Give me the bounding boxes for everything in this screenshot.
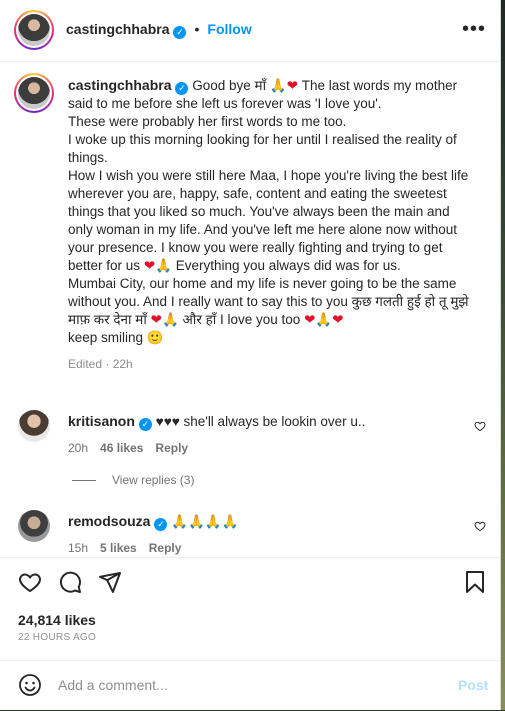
comment-text: ♥♥♥ she'll always be lookin over u.. — [155, 414, 366, 429]
comment-username[interactable]: remodsouza — [68, 513, 150, 529]
emoji-icon[interactable] — [18, 673, 42, 697]
comment-likes[interactable]: 5 likes — [100, 541, 137, 555]
add-comment-bar: Add a comment... Post — [0, 660, 500, 711]
post-caption: castingchhabra ✓ Good bye माँ 🙏❤ The last… — [68, 76, 473, 373]
comment-reply-button[interactable]: Reply — [149, 541, 182, 555]
author-username[interactable]: castingchhabra — [66, 21, 169, 37]
comment-time[interactable]: 15h — [68, 541, 88, 555]
heart-emoji-icon: ❤ — [304, 312, 316, 327]
comment-avatar[interactable] — [18, 410, 50, 442]
verified-badge-icon: ✓ — [173, 26, 187, 39]
verified-badge-icon: ✓ — [138, 418, 152, 431]
comment-like-heart-icon[interactable] — [474, 520, 486, 532]
author-avatar[interactable] — [14, 10, 54, 50]
comment-username[interactable]: kritisanon — [68, 413, 135, 429]
post-actions-divider — [0, 557, 500, 558]
verified-badge-icon: ✓ — [175, 82, 189, 95]
caption-line: keep smiling — [68, 330, 144, 345]
heart-emoji-icon: ❤ — [150, 312, 162, 327]
comment-item: remodsouza ✓ 🙏🙏🙏🙏 15h 5 likes Reply — [68, 512, 473, 557]
view-replies-button[interactable]: View replies (3) — [72, 473, 194, 487]
follow-button[interactable]: Follow — [207, 21, 251, 37]
comment-item: kritisanon ✓ ♥♥♥ she'll always be lookin … — [68, 412, 473, 457]
replies-divider-line — [72, 480, 96, 482]
caption-line: These were probably her first words to m… — [68, 114, 347, 129]
post-comment-button[interactable]: Post — [458, 677, 488, 693]
heart-icon[interactable] — [18, 570, 42, 594]
separator-dot: • — [194, 21, 200, 37]
heart-emoji-icon: ❤ — [143, 258, 156, 273]
comment-icon[interactable] — [58, 570, 82, 594]
comment-time[interactable]: 20h — [68, 441, 88, 455]
pray-emoji-icon: 🙏 — [155, 258, 172, 273]
more-options-icon[interactable]: ••• — [462, 18, 486, 41]
bookmark-icon[interactable] — [464, 570, 486, 594]
comment-likes[interactable]: 46 likes — [100, 441, 143, 455]
caption-text-intro: Good bye माँ — [192, 78, 267, 93]
caption-line: I woke up this morning looking for her u… — [68, 132, 457, 165]
comment-text: 🙏🙏🙏🙏 — [171, 514, 239, 529]
view-replies-label: View replies (3) — [112, 473, 195, 487]
heart-emoji-icon: ❤ — [332, 312, 344, 327]
pray-emoji-icon: 🙏 — [269, 78, 287, 93]
comment-avatar[interactable] — [18, 510, 50, 542]
verified-badge-icon: ✓ — [154, 518, 168, 531]
post-timestamp[interactable]: 22 HOURS AGO — [18, 632, 96, 643]
caption-author-username[interactable]: castingchhabra — [68, 77, 171, 93]
comment-reply-button[interactable]: Reply — [155, 441, 188, 455]
pray-emoji-icon: 🙏 — [161, 312, 179, 327]
header-author-row: castingchhabra ✓ • Follow — [66, 21, 252, 39]
comment-like-heart-icon[interactable] — [474, 420, 486, 432]
post-panel: castingchhabra ✓ • Follow ••• castingchhabr… — [0, 0, 501, 710]
heart-emoji-icon: ❤ — [286, 78, 299, 93]
likes-count[interactable]: 24,814 likes — [18, 612, 96, 628]
pray-emoji-icon: 🙏 — [315, 312, 333, 327]
caption-edited-time[interactable]: Edited · 22h — [68, 355, 473, 373]
post-header: castingchhabra ✓ • Follow ••• — [0, 0, 500, 62]
smile-emoji-icon: 🙂 — [146, 330, 164, 345]
add-comment-input[interactable]: Add a comment... — [58, 677, 168, 693]
caption-line: Everything you always did was for us. — [175, 258, 401, 273]
caption-author-avatar[interactable] — [14, 73, 54, 113]
share-icon[interactable] — [98, 570, 122, 594]
caption-line: और हाँ I love you too — [182, 312, 301, 327]
